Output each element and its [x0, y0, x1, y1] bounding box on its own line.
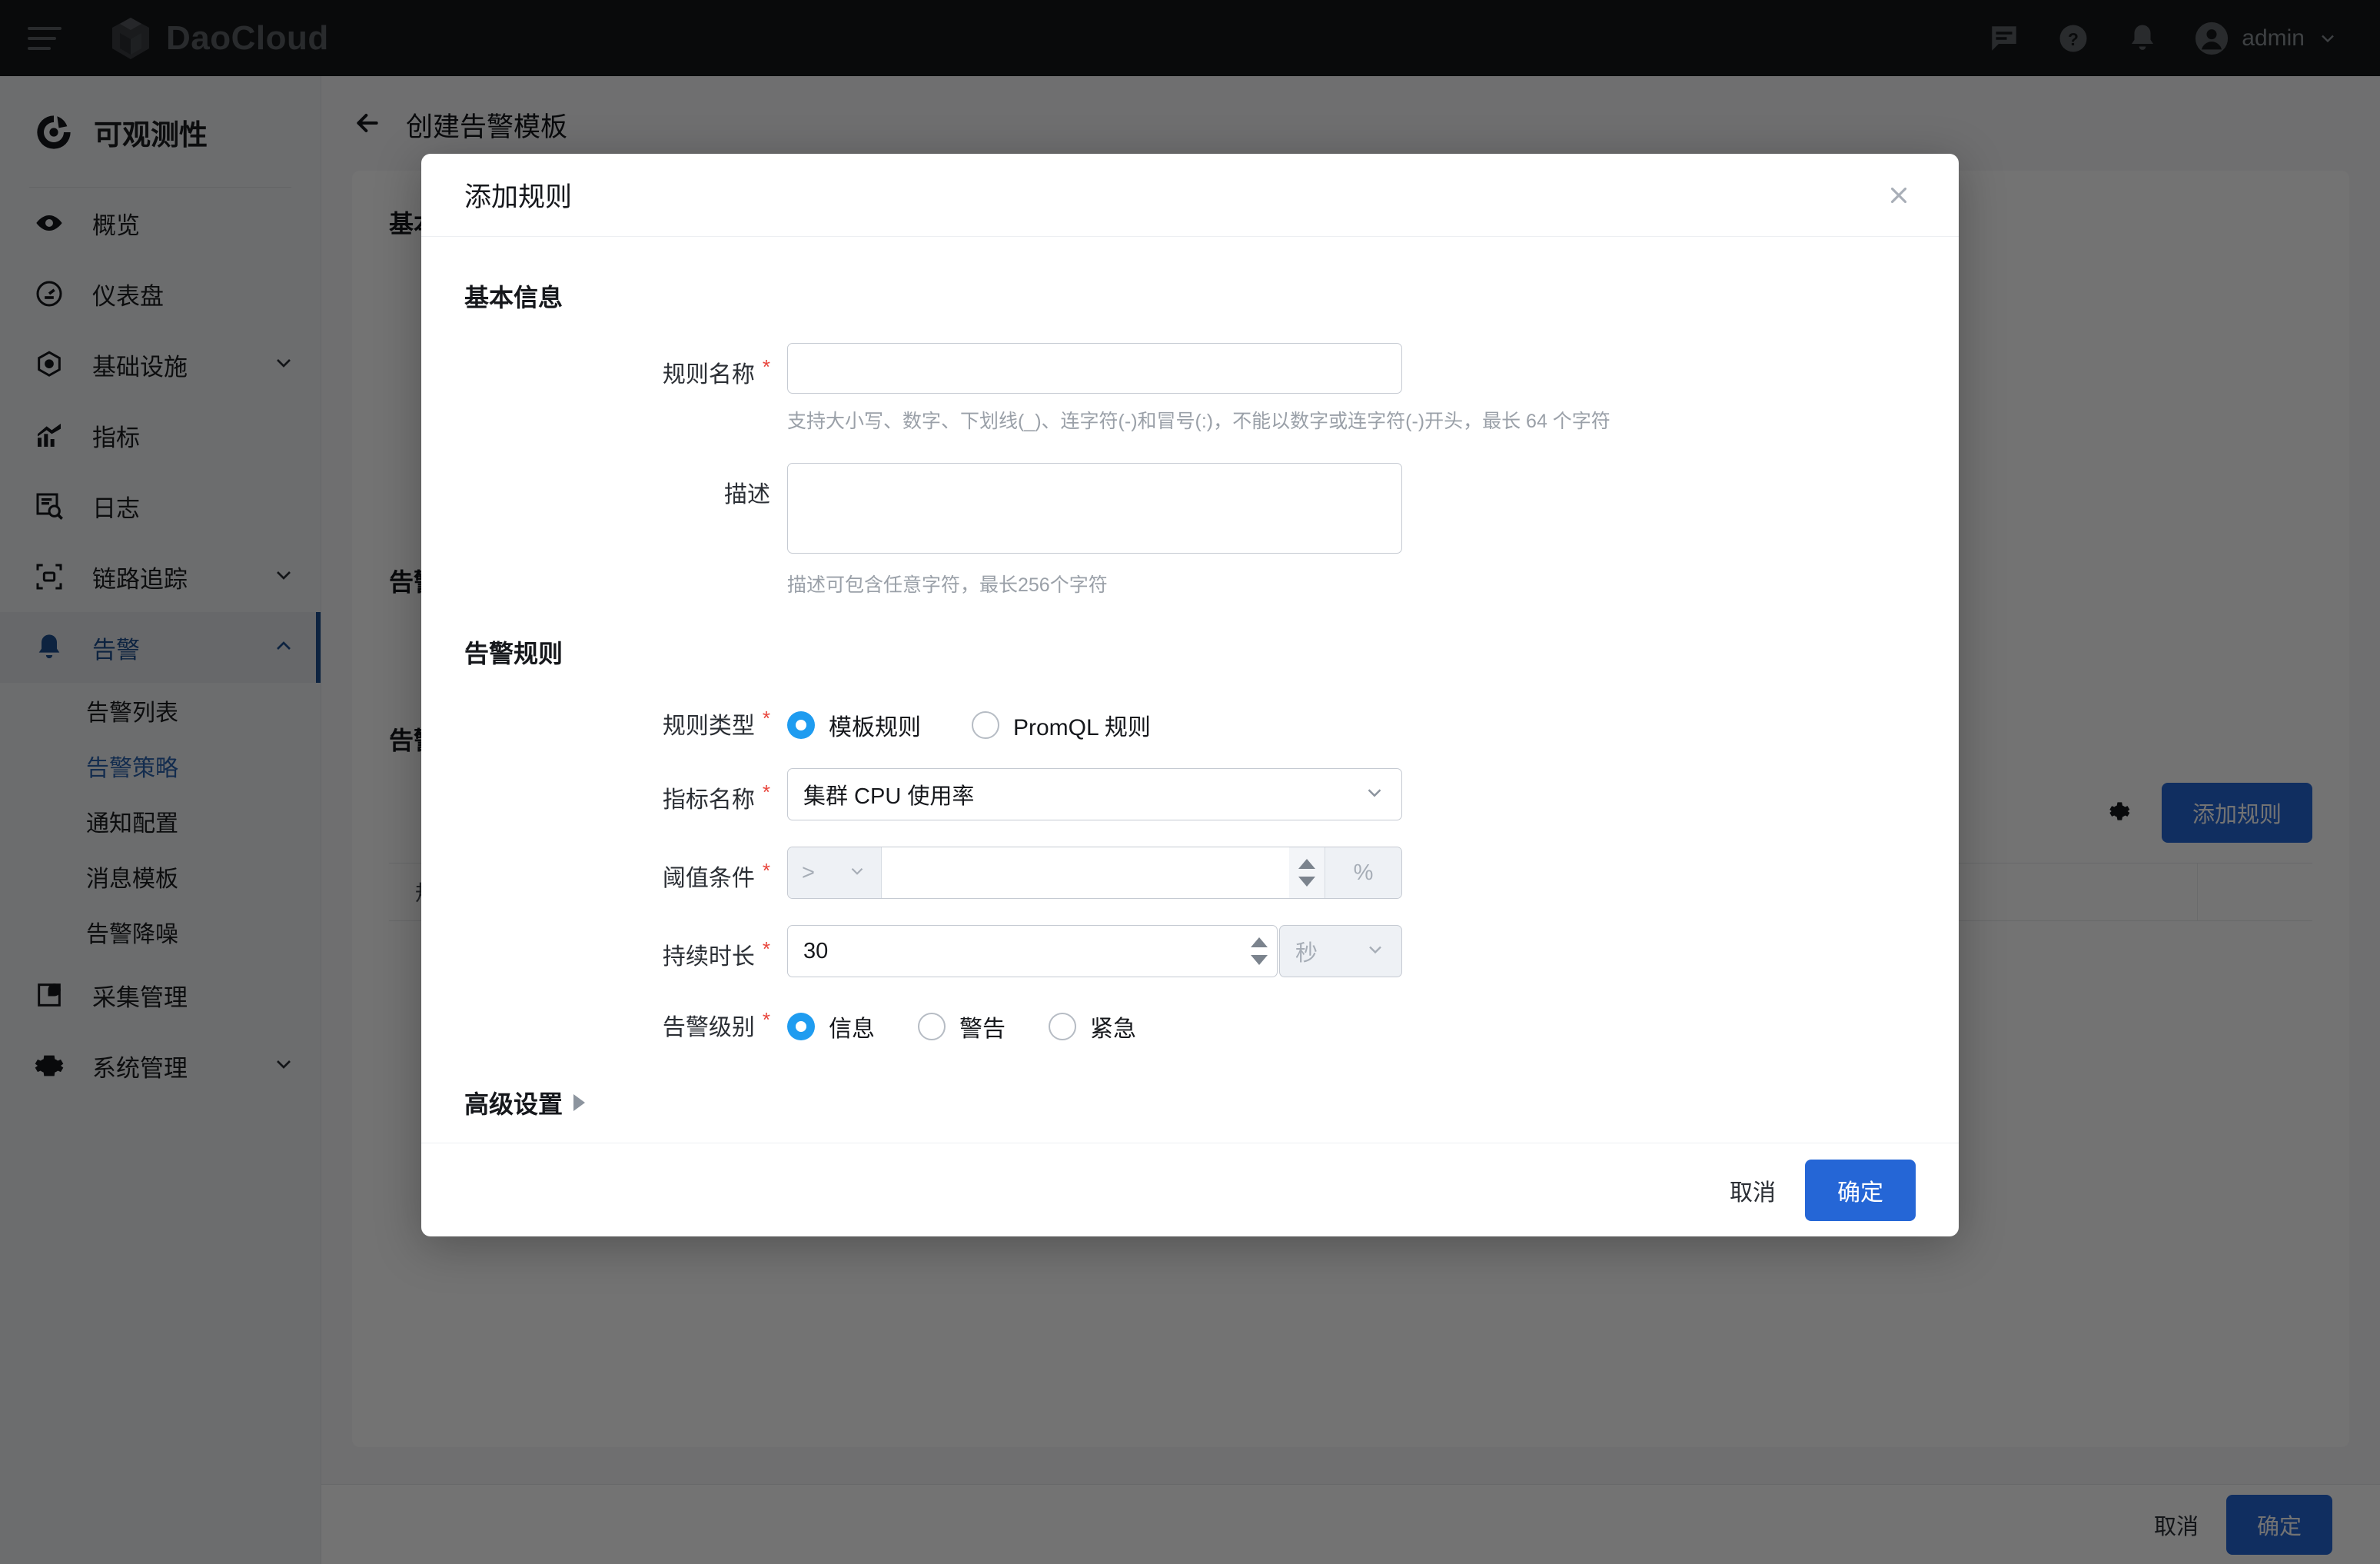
duration-unit-select[interactable]: 秒: [1279, 925, 1402, 977]
triangle-right-icon: [573, 1094, 585, 1111]
radio-indicator: [918, 1013, 946, 1040]
add-rule-dialog: 添加规则 基本信息 规则名称 * 支持大小写、数字、下划线(_)、连字符(-)和…: [421, 154, 1959, 1236]
required-marker: *: [763, 707, 770, 730]
chevron-down-icon: [847, 861, 867, 885]
advanced-settings-label: 高级设置: [464, 1085, 563, 1120]
label-duration: 持续时长 *: [464, 925, 787, 971]
rule-name-input[interactable]: [787, 343, 1402, 394]
description-textarea[interactable]: [787, 463, 1402, 554]
label-text: 告警级别: [663, 1008, 755, 1042]
threshold-operator-value: >: [802, 860, 815, 886]
threshold-stepper[interactable]: [1289, 847, 1325, 898]
duration-value-input[interactable]: [788, 939, 1242, 964]
threshold-unit: %: [1325, 847, 1401, 898]
rule-type-radio-group: 模板规则 PromQL 规则: [787, 704, 1916, 742]
radio-label: 信息: [829, 1010, 875, 1043]
radio-label: PromQL 规则: [1013, 708, 1151, 742]
threshold-value-input[interactable]: [882, 860, 1289, 886]
radio-indicator: [787, 1013, 815, 1040]
radio-indicator: [787, 711, 815, 739]
duration-unit-value: 秒: [1295, 935, 1318, 967]
radio-indicator: [972, 711, 999, 739]
dialog-section-alert-rule: 告警规则: [464, 634, 1916, 670]
triangle-down-icon[interactable]: [1298, 877, 1315, 887]
required-marker: *: [763, 859, 770, 883]
duration-stepper[interactable]: [1242, 926, 1277, 977]
description-hint: 描述可包含任意字符，最长256个字符: [787, 570, 1916, 597]
threshold-value-wrap: [882, 847, 1325, 898]
radio-option-template-rule[interactable]: 模板规则: [787, 708, 921, 742]
label-text: 描述: [724, 475, 770, 509]
dialog-body: 基本信息 规则名称 * 支持大小写、数字、下划线(_)、连字符(-)和冒号(:)…: [421, 237, 1959, 1143]
threshold-unit-text: %: [1354, 860, 1374, 886]
alert-level-radio-group: 信息 警告 紧急: [787, 1005, 1916, 1043]
dialog-confirm-button[interactable]: 确定: [1805, 1160, 1916, 1221]
rule-name-hint: 支持大小写、数字、下划线(_)、连字符(-)和冒号(:)，不能以数字或连字符(-…: [787, 406, 1916, 434]
field-row-alert-level: 告警级别 * 信息 警告 紧急: [464, 1005, 1916, 1043]
duration-control: 秒: [787, 925, 1402, 977]
radio-label: 模板规则: [829, 708, 921, 742]
field-row-metric-name: 指标名称 * 集群 CPU 使用率: [464, 768, 1916, 820]
metric-name-value: 集群 CPU 使用率: [803, 778, 974, 810]
close-icon[interactable]: [1879, 175, 1919, 215]
dialog-section-basic-info: 基本信息: [464, 278, 1916, 314]
field-row-duration: 持续时长 * 秒: [464, 925, 1916, 977]
label-alert-level: 告警级别 *: [464, 1005, 787, 1042]
radio-option-warning[interactable]: 警告: [918, 1010, 1006, 1043]
triangle-down-icon[interactable]: [1251, 955, 1268, 965]
threshold-operator-select[interactable]: >: [788, 847, 882, 898]
label-text: 规则名称: [663, 355, 755, 389]
required-marker: *: [763, 780, 770, 804]
dialog-footer: 取消 确定: [421, 1143, 1959, 1236]
field-row-threshold: 阈值条件 * >: [464, 847, 1916, 899]
label-rule-name: 规则名称 *: [464, 343, 787, 389]
dialog-title: 添加规则: [464, 175, 572, 215]
radio-option-promql-rule[interactable]: PromQL 规则: [972, 708, 1151, 742]
required-marker: *: [763, 355, 770, 379]
radio-indicator: [1049, 1013, 1076, 1040]
label-text: 指标名称: [663, 780, 755, 814]
advanced-settings-toggle[interactable]: 高级设置: [464, 1085, 1916, 1120]
threshold-control: > %: [787, 847, 1402, 899]
label-description: 描述: [464, 463, 787, 509]
triangle-up-icon[interactable]: [1298, 859, 1315, 869]
label-metric-name: 指标名称 *: [464, 768, 787, 814]
label-rule-type: 规则类型 *: [464, 704, 787, 740]
metric-name-select[interactable]: 集群 CPU 使用率: [787, 768, 1402, 820]
field-row-rule-name: 规则名称 * 支持大小写、数字、下划线(_)、连字符(-)和冒号(:)，不能以数…: [464, 343, 1916, 434]
label-text: 持续时长: [663, 937, 755, 971]
radio-label: 紧急: [1090, 1010, 1136, 1043]
field-row-rule-type: 规则类型 * 模板规则 PromQL 规则: [464, 704, 1916, 742]
required-marker: *: [763, 937, 770, 961]
radio-option-info[interactable]: 信息: [787, 1010, 875, 1043]
dialog-cancel-button[interactable]: 取消: [1730, 1173, 1776, 1207]
required-marker: *: [763, 1008, 770, 1032]
radio-label: 警告: [959, 1010, 1006, 1043]
label-threshold: 阈值条件 *: [464, 847, 787, 893]
chevron-down-icon: [1363, 781, 1386, 808]
dialog-header: 添加规则: [421, 154, 1959, 237]
triangle-up-icon[interactable]: [1251, 937, 1268, 947]
label-text: 阈值条件: [663, 859, 755, 893]
field-row-description: 描述 描述可包含任意字符，最长256个字符: [464, 463, 1916, 597]
radio-option-critical[interactable]: 紧急: [1049, 1010, 1136, 1043]
label-text: 规则类型: [663, 707, 755, 740]
chevron-down-icon: [1365, 939, 1386, 964]
duration-value-wrap: [787, 925, 1278, 977]
